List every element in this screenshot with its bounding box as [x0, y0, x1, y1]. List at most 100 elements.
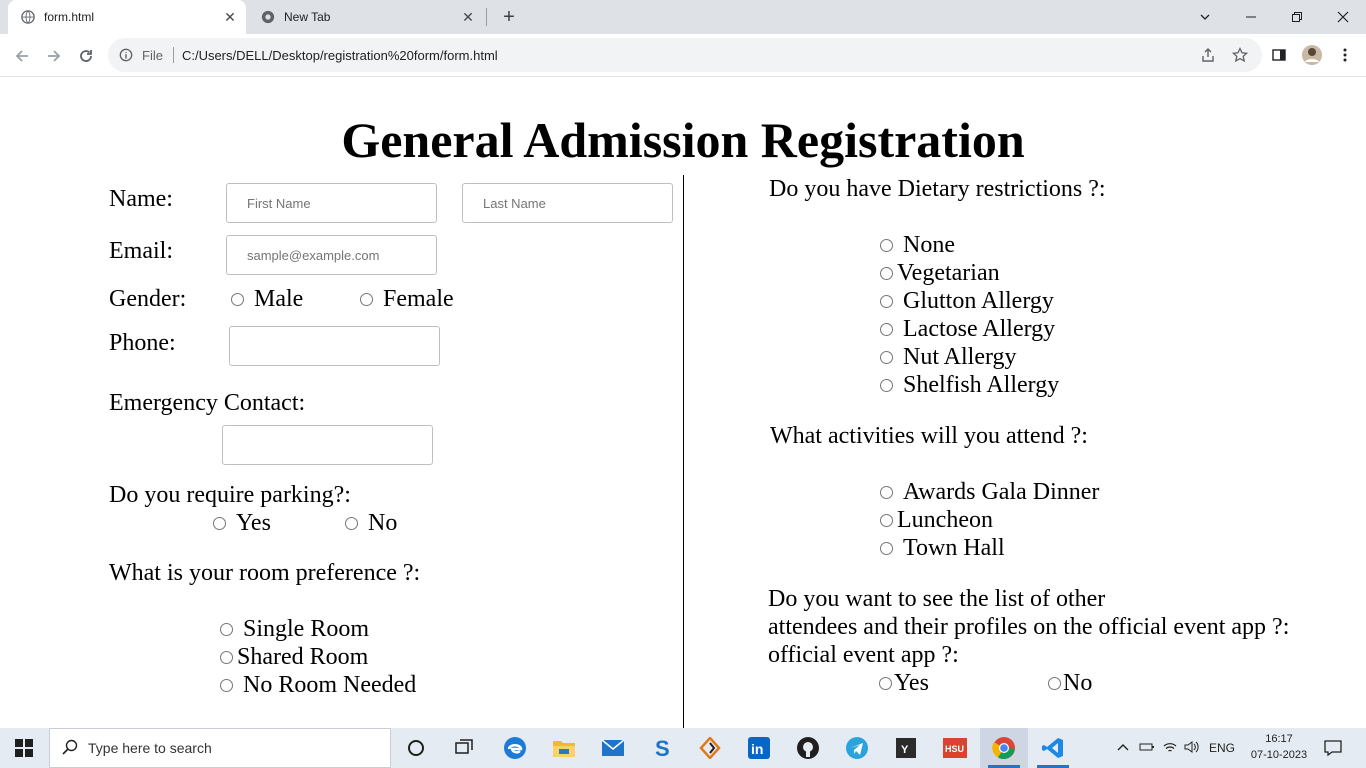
volume-icon[interactable]	[1181, 740, 1203, 756]
bookmark-star-icon[interactable]	[1227, 42, 1253, 68]
radio-button[interactable]	[220, 650, 233, 664]
github-icon[interactable]	[784, 728, 832, 768]
radio-button[interactable]	[880, 350, 893, 364]
wifi-icon[interactable]	[1159, 741, 1181, 756]
mail-icon[interactable]	[589, 728, 637, 768]
taskbar-search-box[interactable]: Type here to search	[49, 728, 391, 768]
tab-new-tab[interactable]: New Tab ✕	[248, 0, 484, 34]
radio-button[interactable]	[880, 378, 893, 392]
back-arrow-icon[interactable]	[8, 42, 36, 70]
share-icon[interactable]	[1195, 42, 1221, 68]
chrome-taskbar-icon[interactable]	[980, 728, 1028, 768]
option-label: Single Room	[243, 616, 370, 642]
tab-search-chevron-icon[interactable]	[1182, 0, 1228, 34]
close-window-button[interactable]	[1320, 0, 1366, 34]
radio-button[interactable]	[880, 322, 893, 336]
tab-separator	[486, 8, 487, 26]
dietary-option-lactose[interactable]: Lactose Allergy	[880, 315, 1055, 343]
radio-button[interactable]	[231, 292, 244, 306]
menu-kebab-icon[interactable]	[1332, 42, 1358, 68]
option-label: Town Hall	[903, 535, 1005, 561]
email-label: Email:	[109, 238, 173, 264]
gender-option-female[interactable]: Female	[360, 285, 454, 313]
attendees-option-yes[interactable]: Yes	[879, 669, 929, 697]
tab-form-html[interactable]: form.html ✕	[8, 0, 246, 34]
radio-button[interactable]	[880, 266, 893, 280]
radio-button[interactable]	[360, 292, 373, 306]
last-name-input[interactable]	[462, 183, 673, 223]
forward-arrow-icon[interactable]	[40, 42, 68, 70]
close-tab-icon[interactable]: ✕	[220, 7, 240, 27]
activity-option-luncheon[interactable]: Luncheon	[880, 506, 993, 534]
clock-time: 16:17	[1265, 733, 1293, 745]
phone-input[interactable]	[229, 326, 440, 366]
vscode-icon[interactable]	[1029, 728, 1077, 768]
radio-button[interactable]	[879, 676, 892, 690]
email-input[interactable]	[226, 235, 437, 275]
radio-button[interactable]	[880, 513, 893, 527]
option-label: Yes	[236, 510, 271, 536]
language-indicator[interactable]: ENG	[1209, 741, 1235, 755]
dietary-option-glutton[interactable]: Glutton Allergy	[880, 287, 1054, 315]
dietary-option-shelfish[interactable]: Shelfish Allergy	[880, 371, 1059, 399]
hsu-app-icon[interactable]: HSU	[931, 728, 979, 768]
side-panel-icon[interactable]	[1266, 42, 1292, 68]
radio-button[interactable]	[345, 516, 358, 530]
radio-button[interactable]	[1048, 676, 1061, 690]
activity-option-town-hall[interactable]: Town Hall	[880, 534, 1005, 562]
restore-button[interactable]	[1274, 0, 1320, 34]
radio-button[interactable]	[220, 678, 233, 692]
file-explorer-icon[interactable]	[540, 728, 588, 768]
radio-button[interactable]	[880, 541, 893, 555]
dietary-option-nut[interactable]: Nut Allergy	[880, 343, 1017, 371]
notification-icon[interactable]	[1310, 728, 1356, 768]
skype-icon[interactable]: S	[638, 728, 686, 768]
task-view-icon[interactable]	[440, 728, 488, 768]
radio-button[interactable]	[880, 294, 893, 308]
new-tab-button[interactable]: +	[498, 6, 520, 28]
info-icon[interactable]	[118, 47, 134, 63]
parking-option-no[interactable]: No	[345, 509, 397, 537]
search-icon	[62, 739, 78, 758]
option-label: Male	[254, 286, 304, 312]
close-tab-icon[interactable]: ✕	[458, 7, 478, 27]
minimize-button[interactable]	[1228, 0, 1274, 34]
app-icon-orange[interactable]	[686, 728, 734, 768]
name-label: Name:	[109, 186, 173, 212]
activity-option-gala[interactable]: Awards Gala Dinner	[880, 478, 1099, 506]
parking-option-yes[interactable]: Yes	[213, 509, 271, 537]
option-label: Glutton Allergy	[903, 288, 1054, 314]
linkedin-icon[interactable]: in	[735, 728, 783, 768]
room-option-shared[interactable]: Shared Room	[220, 643, 368, 671]
option-label: Shared Room	[237, 644, 369, 670]
telegram-icon[interactable]	[833, 728, 881, 768]
radio-button[interactable]	[213, 516, 226, 530]
url-text[interactable]: C:/Users/DELL/Desktop/registration%20for…	[182, 48, 498, 63]
cortana-icon[interactable]	[392, 728, 440, 768]
first-name-input[interactable]	[226, 183, 437, 223]
system-clock[interactable]: 16:17 07-10-2023	[1248, 731, 1310, 763]
battery-icon[interactable]	[1135, 741, 1159, 755]
address-bar[interactable]: File C:/Users/DELL/Desktop/registration%…	[108, 38, 1262, 72]
option-label: Lactose Allergy	[903, 316, 1056, 342]
profile-avatar[interactable]	[1299, 42, 1325, 68]
windows-start-icon[interactable]	[0, 728, 48, 768]
emergency-contact-input[interactable]	[222, 425, 433, 465]
reload-icon[interactable]	[72, 42, 100, 70]
attendees-option-no[interactable]: No	[1048, 669, 1092, 697]
dietary-option-none[interactable]: None	[880, 231, 955, 259]
chevron-up-icon[interactable]	[1113, 741, 1133, 755]
radio-button[interactable]	[880, 485, 893, 499]
room-option-single[interactable]: Single Room	[220, 615, 369, 643]
globe-icon	[20, 9, 36, 25]
radio-button[interactable]	[880, 238, 893, 252]
room-question: What is your room preference ?:	[109, 560, 421, 586]
svg-text:Y: Y	[901, 744, 909, 756]
edge-icon[interactable]	[491, 728, 539, 768]
dietary-option-vegetarian[interactable]: Vegetarian	[880, 259, 1000, 287]
yahoo-app-icon[interactable]: Y	[882, 728, 930, 768]
room-option-none[interactable]: No Room Needed	[220, 671, 416, 699]
attendees-question-line-1: Do you want to see the list of other	[768, 586, 1106, 612]
radio-button[interactable]	[220, 622, 233, 636]
gender-option-male[interactable]: Male	[231, 285, 303, 313]
